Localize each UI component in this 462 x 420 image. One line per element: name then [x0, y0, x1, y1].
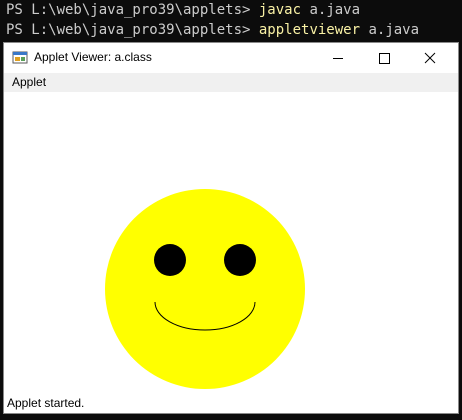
window-title: Applet Viewer: a.class — [34, 50, 152, 64]
maximize-icon — [379, 53, 390, 64]
close-icon — [424, 52, 436, 64]
terminal-line-2: PS L:\web\java_pro39\applets> appletview… — [6, 20, 419, 40]
terminal-args-1: a.java — [301, 2, 361, 18]
status-text: Applet started. — [7, 396, 85, 410]
menu-bar: Applet — [4, 73, 458, 92]
minimize-icon — [333, 58, 343, 59]
maximize-button[interactable] — [361, 43, 407, 73]
terminal-args-2: a.java — [360, 22, 420, 38]
terminal-command-1: javac — [258, 2, 302, 18]
applet-viewer-window: Applet Viewer: a.class Applet Applet sta… — [3, 42, 459, 414]
left-eye — [154, 244, 186, 276]
smiley-face-drawing — [105, 189, 305, 389]
java-applet-icon — [12, 50, 28, 66]
terminal: PS L:\web\java_pro39\applets> javac a.ja… — [0, 0, 462, 42]
right-eye — [224, 244, 256, 276]
menu-applet[interactable]: Applet — [12, 75, 46, 89]
face-circle — [105, 189, 305, 389]
minimize-button[interactable] — [315, 43, 361, 73]
status-bar: Applet started. — [4, 393, 458, 413]
close-button[interactable] — [407, 43, 453, 73]
terminal-prompt-1: PS L:\web\java_pro39\applets> — [6, 2, 259, 18]
terminal-prompt-2: PS L:\web\java_pro39\applets> — [6, 22, 259, 38]
terminal-bottom-strip — [0, 414, 462, 420]
applet-canvas[interactable] — [4, 92, 458, 393]
terminal-command-2: appletviewer — [258, 22, 361, 38]
title-bar[interactable]: Applet Viewer: a.class — [4, 43, 458, 73]
terminal-line-1: PS L:\web\java_pro39\applets> javac a.ja… — [6, 0, 360, 20]
